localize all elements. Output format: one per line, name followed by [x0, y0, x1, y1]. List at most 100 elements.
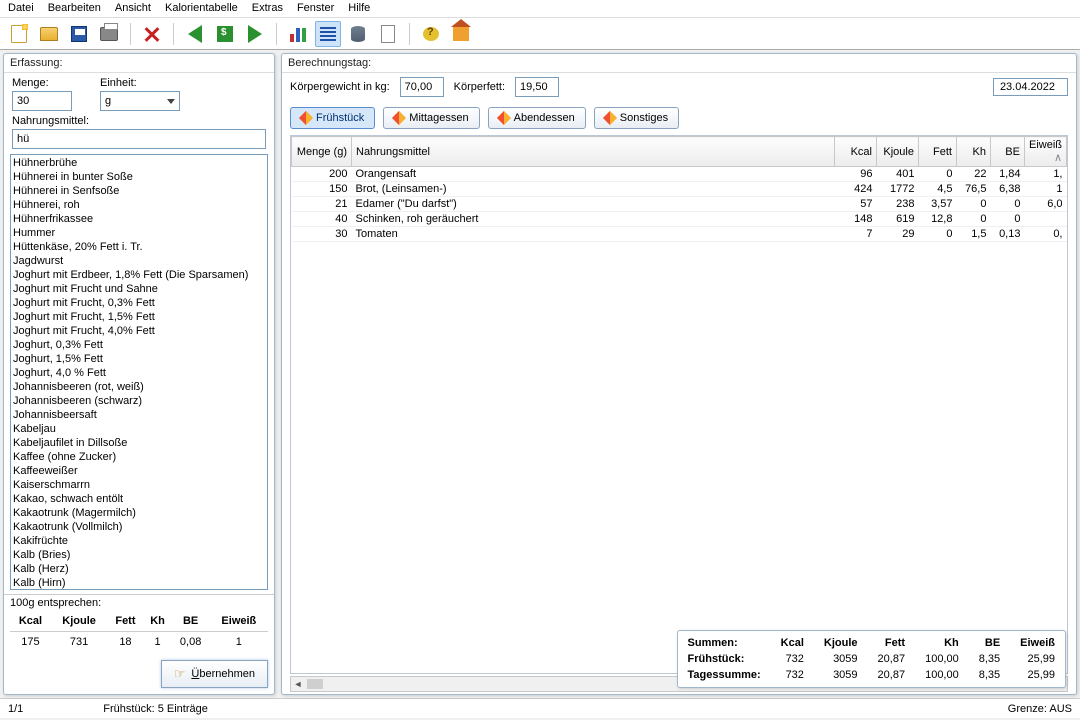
note-button[interactable] [375, 21, 401, 47]
chart-button[interactable] [285, 21, 311, 47]
th-fett[interactable]: Fett [918, 137, 956, 167]
fat-input[interactable] [515, 77, 559, 97]
th-nahrungsmittel[interactable]: Nahrungsmittel [352, 137, 835, 167]
einheit-combo[interactable]: g [100, 91, 180, 111]
list-item[interactable]: Kabeljaufilet in Dillsoße [13, 436, 265, 450]
home-button[interactable] [448, 21, 474, 47]
list-item[interactable]: Joghurt mit Frucht, 1,5% Fett [13, 310, 265, 324]
prev-button[interactable] [182, 21, 208, 47]
th-kjoule[interactable]: Kjoule [876, 137, 918, 167]
tab-abendessen[interactable]: Abendessen [488, 107, 586, 129]
select-icon [217, 26, 233, 42]
table-row[interactable]: 30Tomaten72901,50,130, [292, 227, 1067, 242]
col-kjoule: Kjoule [51, 611, 107, 632]
select-button[interactable] [212, 21, 238, 47]
tab-sonstiges[interactable]: Sonstiges [594, 107, 679, 129]
nahrungsmittel-search[interactable] [12, 129, 266, 149]
status-page: 1/1 [8, 703, 23, 715]
list-item[interactable]: Kakifrüchte [13, 534, 265, 548]
scroll-left-icon[interactable]: ◄ [291, 679, 305, 689]
chevron-down-icon [167, 99, 175, 104]
menubar[interactable]: Datei Bearbeiten Ansicht Kalorientabelle… [0, 0, 1080, 18]
list-item[interactable]: Hühnerbrühe [13, 156, 265, 170]
list-item[interactable]: Hüttenkäse, 20% Fett i. Tr. [13, 240, 265, 254]
list-item[interactable]: Hühnerei in bunter Soße [13, 170, 265, 184]
val-kh: 1 [144, 632, 172, 653]
table-row[interactable]: 200Orangensaft964010221,841, [292, 167, 1067, 182]
list-item[interactable]: Hühnerfrikassee [13, 212, 265, 226]
pencil-icon [603, 111, 617, 125]
berechnung-panel: Berechnungstag: Körpergewicht in kg: Kör… [281, 53, 1077, 695]
list-item[interactable]: Kaffee (ohne Zucker) [13, 450, 265, 464]
th-be[interactable]: BE [990, 137, 1024, 167]
uebernehmen-label: Übernehmen [191, 668, 255, 680]
list-item[interactable]: Joghurt mit Erdbeer, 1,8% Fett (Die Spar… [13, 268, 265, 282]
list-item[interactable]: Hühnerei in Senfsoße [13, 184, 265, 198]
menu-hilfe[interactable]: Hilfe [348, 2, 370, 15]
chart-icon [290, 26, 306, 42]
list-item[interactable]: Kakaotrunk (Vollmilch) [13, 520, 265, 534]
menu-bearbeiten[interactable]: Bearbeiten [48, 2, 101, 15]
list-item[interactable]: Joghurt, 1,5% Fett [13, 352, 265, 366]
val-kcal: 175 [10, 632, 51, 653]
weight-label: Körpergewicht in kg: [290, 81, 390, 93]
list-item[interactable]: Kalb (Hirn) [13, 576, 265, 590]
status-center: Frühstück: 5 Einträge [103, 703, 208, 715]
list-item[interactable]: Johannisbeeren (schwarz) [13, 394, 265, 408]
new-button[interactable] [6, 21, 32, 47]
th-kh[interactable]: Kh [956, 137, 990, 167]
uebernehmen-button[interactable]: ☞ Übernehmen [161, 660, 268, 688]
th-eiweiss[interactable]: Eiweiß [1024, 137, 1066, 167]
next-button[interactable] [242, 21, 268, 47]
list-item[interactable]: Kalb (Herz) [13, 562, 265, 576]
th-kcal[interactable]: Kcal [834, 137, 876, 167]
hand-icon: ☞ [174, 666, 186, 682]
help-button[interactable] [418, 21, 444, 47]
menu-extras[interactable]: Extras [252, 2, 283, 15]
table-row[interactable]: 40Schinken, roh geräuchert14861912,800 [292, 212, 1067, 227]
menu-datei[interactable]: Datei [8, 2, 34, 15]
note-icon [381, 25, 395, 43]
entries-table[interactable]: Menge (g) Nahrungsmittel Kcal Kjoule Fet… [290, 135, 1068, 674]
tab-fruehstueck[interactable]: Frühstück [290, 107, 375, 129]
delete-button[interactable] [139, 21, 165, 47]
list-item[interactable]: Joghurt mit Frucht, 4,0% Fett [13, 324, 265, 338]
tab-mittagessen[interactable]: Mittagessen [383, 107, 479, 129]
list-item[interactable]: Kabeljau [13, 422, 265, 436]
list-item[interactable]: Joghurt, 4,0 % Fett [13, 366, 265, 380]
list-item[interactable]: Joghurt mit Frucht und Sahne [13, 282, 265, 296]
list-item[interactable]: Hühnerei, roh [13, 198, 265, 212]
status-right: Grenze: AUS [1008, 703, 1072, 715]
list-item[interactable]: Johannisbeersaft [13, 408, 265, 422]
list-item[interactable]: Joghurt, 0,3% Fett [13, 338, 265, 352]
weight-input[interactable] [400, 77, 444, 97]
list-item[interactable]: Kalb (Bries) [13, 548, 265, 562]
menu-kalorientabelle[interactable]: Kalorientabelle [165, 2, 238, 15]
table-row[interactable]: 150Brot, (Leinsamen-)42417724,576,56,381 [292, 182, 1067, 197]
list-item[interactable]: Kakaotrunk (Magermilch) [13, 506, 265, 520]
th-menge[interactable]: Menge (g) [292, 137, 352, 167]
list-item[interactable]: Kakao, schwach entölt [13, 492, 265, 506]
db-button[interactable] [345, 21, 371, 47]
new-icon [11, 25, 27, 43]
list-item[interactable]: Joghurt mit Frucht, 0,3% Fett [13, 296, 265, 310]
list-item[interactable]: Hummer [13, 226, 265, 240]
table-row[interactable]: 21Edamer ("Du darfst")572383,57006,0 [292, 197, 1067, 212]
print-button[interactable] [96, 21, 122, 47]
menge-input[interactable] [12, 91, 72, 111]
list-item[interactable]: Kaiserschmarrn [13, 478, 265, 492]
list-item[interactable]: Jagdwurst [13, 254, 265, 268]
list-item[interactable]: Johannisbeeren (rot, weiß) [13, 380, 265, 394]
open-button[interactable] [36, 21, 62, 47]
menu-fenster[interactable]: Fenster [297, 2, 334, 15]
list-item[interactable]: Kaffeeweißer [13, 464, 265, 478]
list-icon [320, 27, 336, 41]
scroll-thumb[interactable] [307, 679, 323, 689]
date-combo[interactable]: 23.04.2022 [993, 78, 1068, 96]
food-list[interactable]: HühnerbrüheHühnerei in bunter SoßeHühner… [10, 154, 268, 590]
date-value: 23.04.2022 [1000, 81, 1055, 93]
menu-ansicht[interactable]: Ansicht [115, 2, 151, 15]
list-button[interactable] [315, 21, 341, 47]
erfassung-label: Erfassung: [4, 54, 274, 73]
save-button[interactable] [66, 21, 92, 47]
